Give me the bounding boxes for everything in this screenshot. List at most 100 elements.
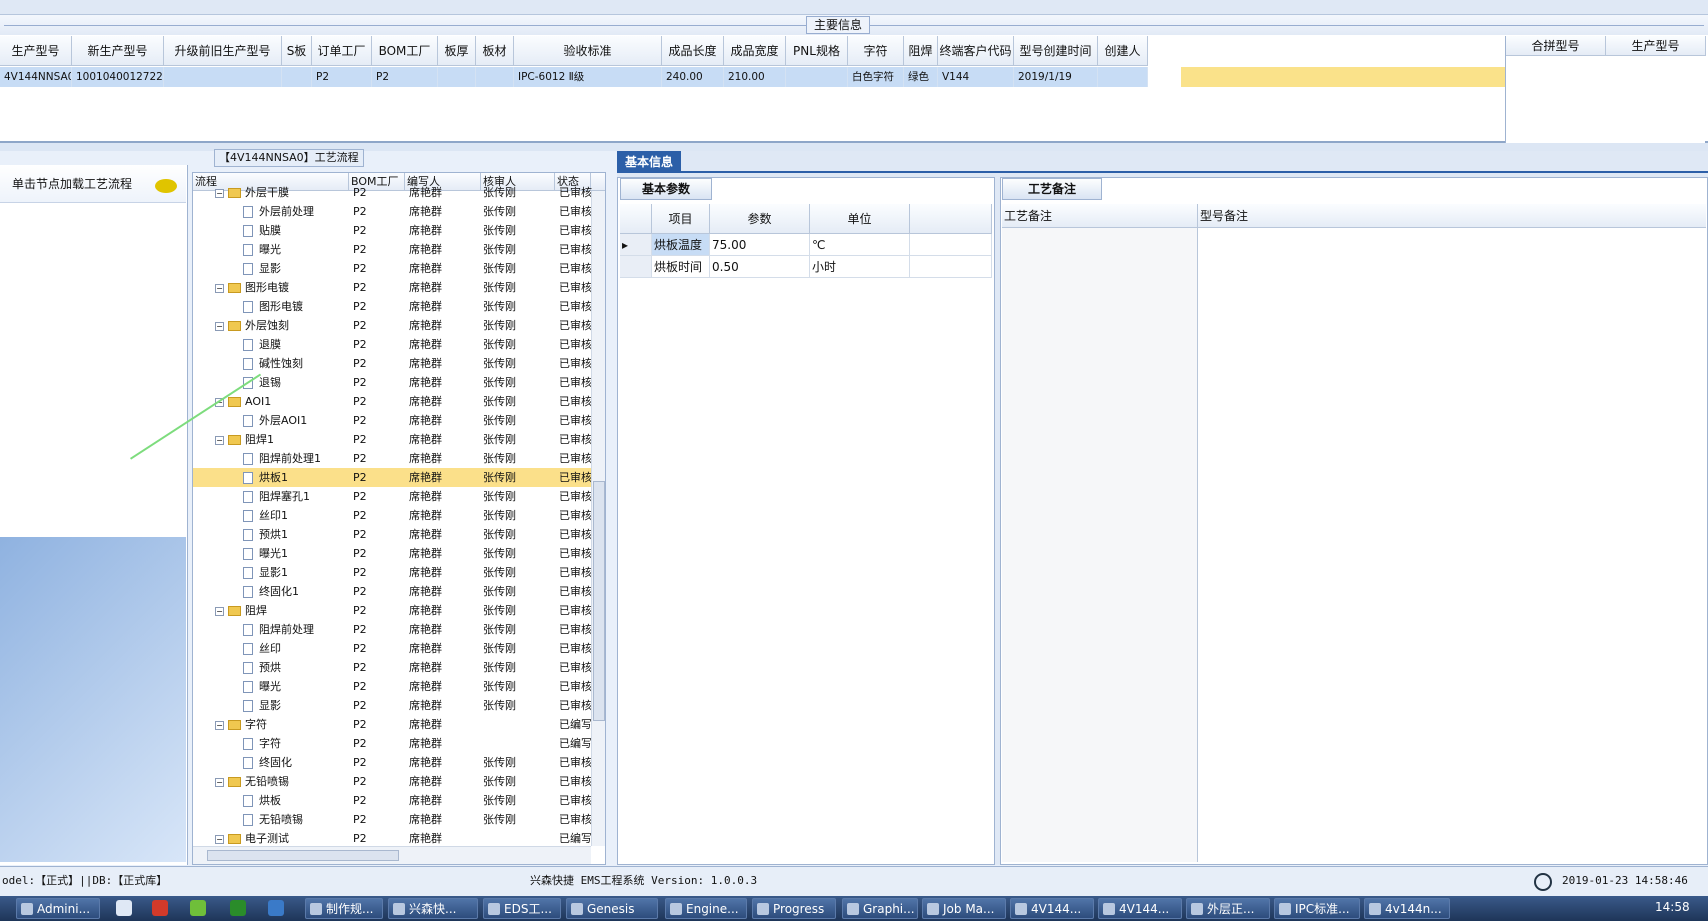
main-info-col-header[interactable]: 字符 [848, 36, 904, 66]
main-info-col-header[interactable]: 创建人 [1098, 36, 1148, 66]
tree-row[interactable]: − 字符 P2 席艳群 已编写 [193, 715, 593, 734]
main-info-cell[interactable] [1098, 67, 1148, 87]
main-info-col-header[interactable]: PNL规格 [786, 36, 848, 66]
tree-node[interactable]: − 阻焊 [193, 601, 349, 620]
main-info-col-header[interactable]: 阻焊 [904, 36, 938, 66]
production-model-header[interactable]: 生产型号 [1606, 36, 1706, 56]
tree-row[interactable]: 图形电镀 P2 席艳群 张传刚 已审核 [193, 297, 593, 316]
tree-row[interactable]: 曝光 P2 席艳群 张传刚 已审核 [193, 240, 593, 259]
main-info-col-header[interactable]: 成品宽度 [724, 36, 786, 66]
tree-node[interactable]: 显影1 [193, 563, 349, 582]
tree-node[interactable]: 预烘1 [193, 525, 349, 544]
tree-node[interactable]: − 无铅喷锡 [193, 772, 349, 791]
main-info-cell[interactable]: IPC-6012 Ⅱ级 [514, 67, 662, 87]
taskbar-app-button[interactable]: Engine... [665, 898, 747, 919]
row-indicator[interactable]: ▸ [620, 234, 652, 256]
param-col-value[interactable]: 参数 [710, 204, 810, 234]
tree-vscroll-thumb[interactable] [593, 481, 605, 721]
main-info-cell[interactable]: 绿色 [904, 67, 938, 87]
collapse-icon[interactable]: − [215, 606, 224, 616]
main-info-cell[interactable] [786, 67, 848, 87]
tree-node[interactable]: 外层AOI1 [193, 411, 349, 430]
main-info-cell[interactable]: 4V144NNSA0 [0, 67, 72, 87]
tree-node[interactable]: − 阻焊1 [193, 430, 349, 449]
collapse-icon[interactable]: − [215, 283, 224, 293]
taskbar-app-button[interactable]: 4V144... [1010, 898, 1094, 919]
tree-node[interactable]: 曝光 [193, 677, 349, 696]
tree-node[interactable]: 图形电镀 [193, 297, 349, 316]
main-info-col-header[interactable]: BOM工厂 [372, 36, 438, 66]
tree-row[interactable]: − 外层蚀刻 P2 席艳群 张传刚 已审核 [193, 316, 593, 335]
tree-node[interactable]: 终固化 [193, 753, 349, 772]
col-process-remark[interactable]: 工艺备注 [1002, 204, 1198, 228]
taskbar-app-button[interactable]: 外层正... [1186, 898, 1270, 919]
tree-row[interactable]: 贴膜 P2 席艳群 张传刚 已审核 [193, 221, 593, 240]
tree-node[interactable]: − 字符 [193, 715, 349, 734]
tree-node[interactable]: 碱性蚀刻 [193, 354, 349, 373]
tree-row[interactable]: 曝光1 P2 席艳群 张传刚 已审核 [193, 544, 593, 563]
tree-row[interactable]: 丝印1 P2 席艳群 张传刚 已审核 [193, 506, 593, 525]
tree-node[interactable]: 曝光1 [193, 544, 349, 563]
tree-row[interactable]: 烘板1 P2 席艳群 张传刚 已审核 [193, 468, 593, 487]
tree-row[interactable]: 阻焊前处理 P2 席艳群 张传刚 已审核 [193, 620, 593, 639]
tree-row[interactable]: 退锡 P2 席艳群 张传刚 已审核 [193, 373, 593, 392]
quick-launch-icon[interactable] [190, 900, 206, 916]
taskbar-app-button[interactable]: 兴森快... [388, 898, 478, 919]
param-value-cell[interactable]: 0.50 [710, 256, 810, 278]
main-info-cell[interactable]: 白色字符 [848, 67, 904, 87]
tree-node[interactable]: 烘板 [193, 791, 349, 810]
collapse-icon[interactable]: − [215, 720, 224, 730]
row-indicator[interactable] [620, 256, 652, 278]
quick-launch-icon[interactable] [152, 900, 168, 916]
main-info-cell[interactable] [282, 67, 312, 87]
collapse-icon[interactable]: − [215, 321, 224, 331]
quick-launch-icon[interactable] [230, 900, 246, 916]
tree-node[interactable]: 丝印 [193, 639, 349, 658]
tree-horizontal-scrollbar[interactable] [193, 846, 591, 864]
tree-row[interactable]: 显影1 P2 席艳群 张传刚 已审核 [193, 563, 593, 582]
tab-process-remark[interactable]: 工艺备注 [1002, 178, 1102, 200]
process-remark-textbox[interactable] [1002, 228, 1198, 862]
tree-row[interactable]: 预烘 P2 席艳群 张传刚 已审核 [193, 658, 593, 677]
tree-hscroll-thumb[interactable] [207, 850, 399, 861]
tree-row[interactable]: 终固化1 P2 席艳群 张传刚 已审核 [193, 582, 593, 601]
tree-row[interactable]: 曝光 P2 席艳群 张传刚 已审核 [193, 677, 593, 696]
taskbar-app-button[interactable]: 4v144n... [1364, 898, 1450, 919]
tree-node[interactable]: 阻焊前处理1 [193, 449, 349, 468]
param-col-unit[interactable]: 单位 [810, 204, 910, 234]
tree-row[interactable]: 阻焊塞孔1 P2 席艳群 张传刚 已审核 [193, 487, 593, 506]
taskbar-app-button[interactable]: Admini... [16, 898, 100, 919]
tree-row[interactable]: 外层AOI1 P2 席艳群 张传刚 已审核 [193, 411, 593, 430]
taskbar-app-button[interactable]: EDS工... [483, 898, 561, 919]
tree-node[interactable]: 退锡 [193, 373, 349, 392]
tree-node[interactable]: − 图形电镀 [193, 278, 349, 297]
tree-row[interactable]: − 阻焊 P2 席艳群 张传刚 已审核 [193, 601, 593, 620]
tree-node[interactable]: 丝印1 [193, 506, 349, 525]
quick-launch-icon[interactable] [116, 900, 132, 916]
tree-row[interactable]: 阻焊前处理1 P2 席艳群 张传刚 已审核 [193, 449, 593, 468]
tree-node[interactable]: 烘板1 [193, 468, 349, 487]
tree-row[interactable]: − 外层干膜 P2 席艳群 张传刚 已审核 [193, 183, 593, 202]
param-col-item[interactable]: 项目 [652, 204, 710, 234]
collapse-icon[interactable]: − [215, 834, 224, 844]
main-info-col-header[interactable]: 验收标准 [514, 36, 662, 66]
taskbar-app-button[interactable]: 制作规... [305, 898, 383, 919]
tree-node[interactable]: 外层前处理 [193, 202, 349, 221]
main-info-cell[interactable]: 240.00 [662, 67, 724, 87]
taskbar-clock[interactable]: 14:58 [1655, 900, 1690, 914]
tree-row[interactable]: 显影 P2 席艳群 张传刚 已审核 [193, 259, 593, 278]
tree-vertical-scrollbar[interactable] [591, 191, 605, 846]
main-info-cell[interactable] [438, 67, 476, 87]
main-info-cell[interactable] [164, 67, 282, 87]
tree-row[interactable]: 终固化 P2 席艳群 张传刚 已审核 [193, 753, 593, 772]
collapse-icon[interactable]: − [215, 435, 224, 445]
taskbar-app-button[interactable]: IPC标准... [1274, 898, 1360, 919]
main-info-col-header[interactable]: 成品长度 [662, 36, 724, 66]
tree-node[interactable]: 显影 [193, 696, 349, 715]
tree-node[interactable]: 无铅喷锡 [193, 810, 349, 829]
col-model-remark[interactable]: 型号备注 [1198, 204, 1706, 228]
collapse-icon[interactable]: − [215, 777, 224, 787]
taskbar-app-button[interactable]: Graphi... [842, 898, 918, 919]
main-info-col-header[interactable]: 生产型号 [0, 36, 72, 66]
tree-row[interactable]: 无铅喷锡 P2 席艳群 张传刚 已审核 [193, 810, 593, 829]
